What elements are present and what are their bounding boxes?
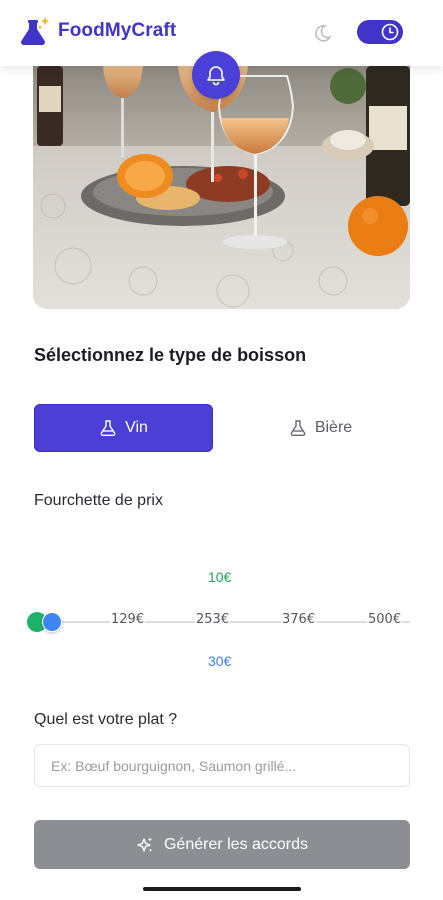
beer-option-label: Bière xyxy=(314,419,353,436)
generate-pairings-button[interactable]: Générer les accords xyxy=(34,820,410,869)
clock-icon xyxy=(381,23,399,41)
wine-option-label: Vin xyxy=(125,419,148,436)
beer-option-button[interactable]: Bière xyxy=(231,404,410,452)
app-name: FoodMyCraft xyxy=(58,20,177,41)
price-tick: 500€ xyxy=(367,612,403,627)
flask-sparkle-icon xyxy=(21,17,50,46)
wine-option-button[interactable]: Vin xyxy=(34,404,213,452)
hero-image xyxy=(33,66,410,309)
flask-icon xyxy=(100,420,116,436)
price-min-value: 10€ xyxy=(208,569,232,585)
price-max-value: 30€ xyxy=(208,653,232,669)
brand[interactable]: FoodMyCraft xyxy=(18,14,176,48)
price-tick: 253€ xyxy=(195,612,231,627)
bell-icon xyxy=(207,66,225,86)
home-indicator xyxy=(143,887,301,891)
price-range-label: Fourchette de prix xyxy=(34,492,163,509)
dish-input[interactable] xyxy=(34,744,410,787)
dish-question-label: Quel est votre plat ? xyxy=(34,711,178,728)
notification-button[interactable] xyxy=(192,51,240,99)
moon-icon[interactable] xyxy=(312,23,332,43)
sparkles-icon xyxy=(137,837,153,852)
price-tick: 129€ xyxy=(110,612,146,627)
generate-pairings-label: Générer les accords xyxy=(163,835,309,853)
theme-toggle[interactable] xyxy=(357,20,403,44)
flask-icon xyxy=(290,420,306,436)
price-tick: 376€ xyxy=(281,612,317,627)
drink-section-title: Sélectionnez le type de boisson xyxy=(34,345,307,365)
price-max-handle[interactable] xyxy=(42,612,62,632)
